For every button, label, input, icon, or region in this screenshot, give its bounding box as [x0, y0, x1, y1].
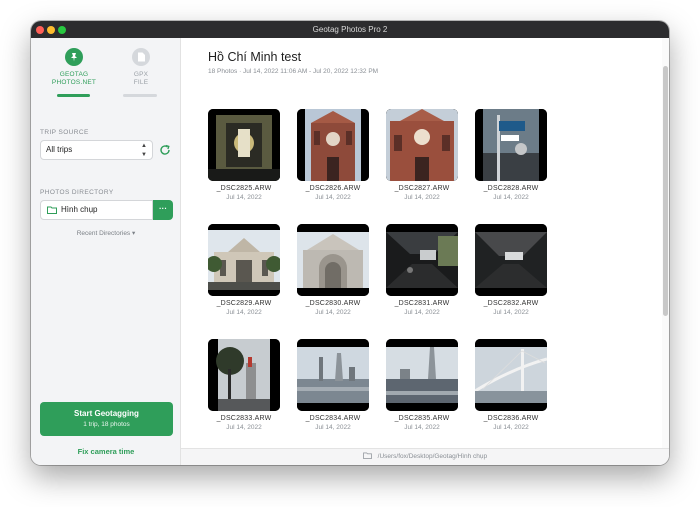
photo-filename: _DSC2834.ARW [305, 415, 361, 422]
photo-grid: _DSC2825.ARW Jul 14, 2022 _DSC2826.ARW Jul … [181, 38, 661, 448]
photo-date: Jul 14, 2022 [315, 309, 351, 316]
photo-card[interactable]: _DSC2827.ARW Jul 14, 2022 [386, 109, 458, 201]
photo-browser: Hồ Chí Minh test 18 Photos · Jul 14, 202… [181, 38, 669, 448]
tab-geotag-label: GEOTAG PHOTOS.NET [51, 71, 97, 86]
photo-thumbnail[interactable] [297, 224, 369, 296]
photo-filename: _DSC2826.ARW [305, 185, 361, 192]
trip-source-label: TRIP SOURCE [40, 129, 89, 136]
photo-date: Jul 14, 2022 [226, 309, 262, 316]
photo-card[interactable]: _DSC2829.ARW Jul 14, 2022 [208, 224, 280, 316]
app-window: Geotag Photos Pro 2 GEOTAG PHOTOS.NET GP… [31, 21, 669, 465]
photos-directory-field[interactable]: Hình chụp [40, 200, 153, 220]
directory-more-button[interactable]: ··· [153, 200, 173, 220]
photo-filename: _DSC2830.ARW [305, 300, 361, 307]
photo-date: Jul 14, 2022 [226, 424, 262, 431]
file-icon [132, 48, 150, 66]
recent-directories-menu[interactable]: Recent Directories ▾ [31, 229, 181, 237]
sidebar: GEOTAG PHOTOS.NET GPX FILE TRIP SOURCE A… [31, 38, 181, 465]
trip-source-select[interactable]: All trips ▲ ▼ [40, 140, 153, 160]
photo-date: Jul 14, 2022 [404, 309, 440, 316]
photo-thumbnail[interactable] [297, 339, 369, 411]
minimize-window-button[interactable] [47, 26, 55, 34]
refresh-icon[interactable] [159, 144, 171, 156]
photo-date: Jul 14, 2022 [493, 194, 529, 201]
select-arrows-icon: ▲ ▼ [141, 143, 147, 158]
photo-card[interactable]: _DSC2826.ARW Jul 14, 2022 [297, 109, 369, 201]
photo-card[interactable]: _DSC2831.ARW Jul 14, 2022 [386, 224, 458, 316]
photo-filename: _DSC2831.ARW [394, 300, 450, 307]
photo-thumbnail[interactable] [386, 109, 458, 181]
active-tab-indicator [57, 94, 90, 97]
photo-thumbnail[interactable] [475, 109, 547, 181]
directory-name: Hình chụp [61, 205, 98, 214]
photos-directory-label: PHOTOS DIRECTORY [40, 189, 114, 196]
photo-card[interactable]: _DSC2830.ARW Jul 14, 2022 [297, 224, 369, 316]
title-bar: Geotag Photos Pro 2 [31, 21, 669, 38]
start-geotagging-label: Start Geotagging [74, 409, 139, 418]
photo-card[interactable]: _DSC2835.ARW Jul 14, 2022 [386, 339, 458, 431]
photo-filename: _DSC2833.ARW [216, 415, 272, 422]
tab-gpx-file[interactable]: GPX FILE [113, 48, 169, 87]
fix-camera-time-link[interactable]: Fix camera time [31, 447, 181, 456]
trip-select-value: All trips [46, 145, 73, 154]
photo-filename: _DSC2835.ARW [394, 415, 450, 422]
photo-thumbnail[interactable] [208, 339, 280, 411]
scrollbar[interactable] [662, 38, 669, 448]
close-window-button[interactable] [36, 26, 44, 34]
photo-filename: _DSC2832.ARW [483, 300, 539, 307]
start-geotagging-sub: 1 trip, 18 photos [83, 421, 130, 428]
window-title: Geotag Photos Pro 2 [312, 25, 388, 34]
photo-date: Jul 14, 2022 [404, 424, 440, 431]
start-geotagging-button[interactable]: Start Geotagging 1 trip, 18 photos [40, 402, 173, 436]
photo-card[interactable]: _DSC2828.ARW Jul 14, 2022 [475, 109, 547, 201]
photo-date: Jul 14, 2022 [315, 424, 351, 431]
photo-card[interactable]: _DSC2832.ARW Jul 14, 2022 [475, 224, 547, 316]
photo-card[interactable]: _DSC2833.ARW Jul 14, 2022 [208, 339, 280, 431]
directory-path: /Users/fox/Desktop/Geotag/Hình chụp [377, 453, 488, 460]
status-bar: /Users/fox/Desktop/Geotag/Hình chụp [181, 448, 669, 465]
tab-gpx-label: GPX FILE [133, 71, 149, 86]
photo-filename: _DSC2828.ARW [483, 185, 539, 192]
photo-filename: _DSC2825.ARW [216, 185, 272, 192]
photo-thumbnail[interactable] [297, 109, 369, 181]
photo-card[interactable]: _DSC2834.ARW Jul 14, 2022 [297, 339, 369, 431]
photo-card[interactable]: _DSC2825.ARW Jul 14, 2022 [208, 109, 280, 201]
photo-card[interactable]: _DSC2836.ARW Jul 14, 2022 [475, 339, 547, 431]
photo-date: Jul 14, 2022 [315, 194, 351, 201]
zoom-window-button[interactable] [58, 26, 66, 34]
folder-icon [362, 452, 372, 459]
scrollbar-thumb[interactable] [663, 66, 668, 316]
photo-date: Jul 14, 2022 [404, 194, 440, 201]
photo-thumbnail[interactable] [208, 224, 280, 296]
photo-thumbnail[interactable] [386, 339, 458, 411]
photo-thumbnail[interactable] [208, 109, 280, 181]
pin-icon [65, 48, 83, 66]
photo-thumbnail[interactable] [475, 339, 547, 411]
tab-geotag-photos[interactable]: GEOTAG PHOTOS.NET [46, 48, 102, 87]
folder-icon [47, 206, 57, 214]
photo-filename: _DSC2836.ARW [483, 415, 539, 422]
photo-thumbnail[interactable] [475, 224, 547, 296]
photo-filename: _DSC2827.ARW [394, 185, 450, 192]
photo-date: Jul 14, 2022 [226, 194, 262, 201]
photo-filename: _DSC2829.ARW [216, 300, 272, 307]
photo-date: Jul 14, 2022 [493, 424, 529, 431]
photo-date: Jul 14, 2022 [493, 309, 529, 316]
inactive-tab-indicator [123, 94, 157, 97]
photo-thumbnail[interactable] [386, 224, 458, 296]
